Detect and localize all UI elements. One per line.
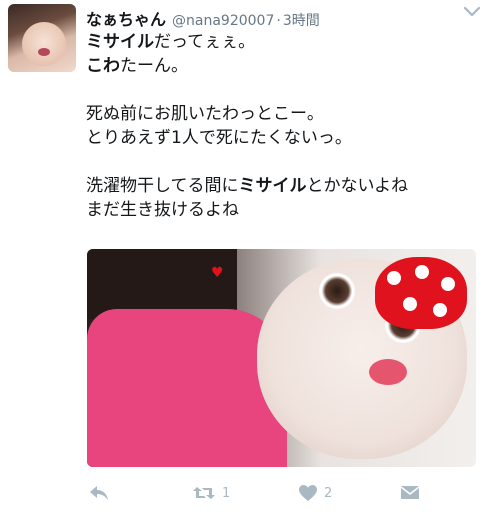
- tweet-actions: 1 2: [86, 482, 476, 506]
- photo-eye-left: [319, 273, 355, 309]
- heart-sticker-icon: ♥: [211, 265, 224, 281]
- tweet-text-line: 死ぬ前にお肌いたわっとこー。: [86, 102, 478, 126]
- direct-message-button[interactable]: [400, 484, 420, 500]
- separator: ·: [276, 13, 281, 29]
- retweet-button[interactable]: 1: [192, 484, 230, 502]
- tweet-text-segment: とりあえず1人で死にたくないっ。: [86, 128, 352, 148]
- retweet-count: 1: [222, 485, 231, 501]
- chevron-down-icon[interactable]: [463, 4, 481, 18]
- tweet-text-segment: とかないよね: [306, 176, 409, 196]
- tweet-text-line: まだ生き抜けるよね: [86, 198, 478, 222]
- reply-button[interactable]: [88, 484, 110, 502]
- tweet-header: なぁちゃん @nana920007 · 3時間: [86, 6, 479, 30]
- tweet-text-line: こわたーん。: [86, 54, 478, 78]
- reply-icon: [88, 484, 110, 502]
- tweet-text-segment: たーん。: [120, 56, 188, 76]
- tweet-text-segment: まだ生き抜けるよね: [86, 200, 239, 220]
- like-count: 2: [324, 485, 333, 501]
- like-button[interactable]: 2: [298, 484, 332, 502]
- avatar[interactable]: [8, 4, 76, 72]
- tweet-text-segment: ミサイル: [238, 176, 307, 196]
- retweet-icon: [192, 484, 216, 502]
- tweet-text-segment: だってぇぇ。: [154, 32, 256, 52]
- timestamp[interactable]: 3時間: [283, 10, 320, 30]
- handle[interactable]: @nana920007: [172, 13, 274, 29]
- tweet-text-segment: 死ぬ前にお肌いたわっとこー。: [86, 104, 324, 124]
- tweet-text-line: とりあえず1人で死にたくないっ。: [86, 126, 478, 150]
- photo-shirt: [87, 309, 287, 467]
- display-name[interactable]: なぁちゃん: [86, 6, 166, 30]
- tweet: なぁちゃん @nana920007 · 3時間 ミサイルだってぇぇ。 こわたーん。…: [0, 0, 487, 512]
- heart-icon: [298, 484, 318, 502]
- envelope-icon: [400, 484, 420, 500]
- avatar-mouth: [38, 48, 50, 56]
- tweet-text-segment: こわ: [86, 56, 120, 76]
- photo-lips: [369, 359, 407, 385]
- tweet-text: ミサイルだってぇぇ。 こわたーん。 死ぬ前にお肌いたわっとこー。 とりあえず1人で死に…: [86, 30, 478, 222]
- avatar-face: [22, 22, 66, 66]
- tweet-photo[interactable]: ♥: [87, 249, 476, 467]
- tweet-text-segment: 洗濯物干してる間に: [86, 176, 239, 196]
- bow-sticker: [375, 257, 467, 329]
- tweet-text-line: 洗濯物干してる間にミサイルとかないよね: [86, 174, 478, 198]
- tweet-text-line: ミサイルだってぇぇ。: [86, 30, 478, 54]
- tweet-text-segment: ミサイル: [86, 32, 154, 52]
